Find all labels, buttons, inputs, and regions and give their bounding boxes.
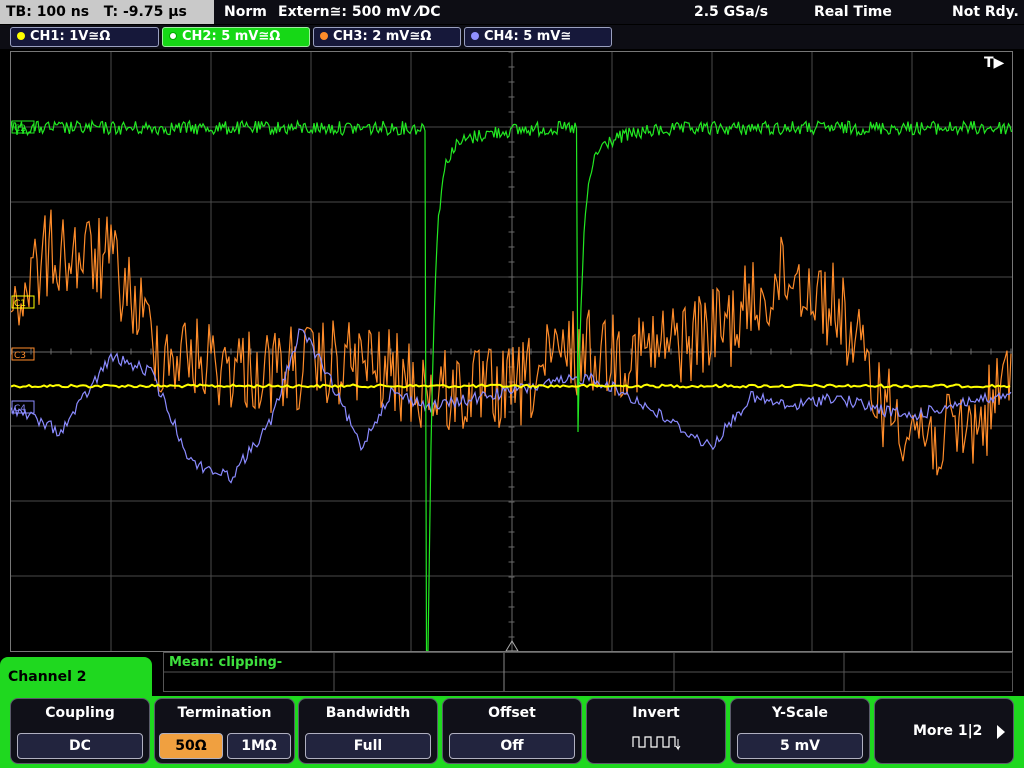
measurement-bar[interactable]: Mean: clipping- [163,652,1013,692]
ch4-color-icon [471,32,479,40]
center-ticks [11,52,1012,638]
c1-marker-label: C1 [14,299,26,309]
ch1-label: CH1: 1V≅Ω [30,29,111,44]
trigger-mode[interactable]: Norm [224,0,267,24]
yscale-title: Y-Scale [771,705,828,721]
channel-tabs: CH1: 1V≅Ω CH2: 5 mV≅Ω CH3: 2 mV≅Ω CH4: 5… [0,25,1024,49]
c2-marker-label: C2 [14,124,26,134]
ch2-color-icon [169,32,177,40]
invert-title: Invert [632,705,680,721]
c4-marker-label: C4 [14,404,26,414]
c3-marker-label: C3 [14,351,26,361]
acquisition-mode[interactable]: Real Time [814,0,892,24]
tab-ch1[interactable]: CH1: 1V≅Ω [10,27,159,47]
coupling-title: Coupling [45,705,115,721]
termination-title: Termination [177,705,272,721]
trigger-flag[interactable]: T▶ [984,55,1005,71]
yscale-value[interactable]: 5 mV [737,733,863,759]
trigger-source[interactable]: Extern≅: 500 mV ⁄DC [278,0,440,24]
status-bar: TB: 100 ns T: -9.75 µs Norm Extern≅: 500… [0,0,1024,24]
bandwidth-softkey[interactable]: Bandwidth Full [298,698,438,764]
bandwidth-value[interactable]: Full [305,733,431,759]
ch4-label: CH4: 5 mV≅ [484,29,572,44]
more-label: More 1|2 [913,723,983,739]
arrow-right-icon [997,725,1005,739]
measurement-grid [164,653,1012,691]
more-softkey[interactable]: More 1|2 [874,698,1014,764]
tab-ch4[interactable]: CH4: 5 mV≅ [464,27,612,47]
ch1-ref-marker[interactable]: C1 [11,295,35,309]
ch2-label: CH2: 5 mV≅Ω [182,29,281,44]
softkey-menu: Coupling DC Termination 50Ω 1MΩ Bandwidt… [0,696,1024,768]
termination-1mohm-option[interactable]: 1MΩ [227,733,291,759]
termination-softkey[interactable]: Termination 50Ω 1MΩ [154,698,295,764]
coupling-value[interactable]: DC [17,733,143,759]
offset-title: Offset [488,705,536,721]
timebase-box[interactable]: TB: 100 ns T: -9.75 µs [0,0,214,24]
tab-ch2[interactable]: CH2: 5 mV≅Ω [162,27,310,47]
waveform-display[interactable]: T▶ C2 C1 C3 C4 [10,51,1013,652]
offset-softkey[interactable]: Offset Off [442,698,582,764]
ch3-color-icon [320,32,328,40]
ch3-waveform [11,209,1012,476]
offset-value[interactable]: Off [449,733,575,759]
waveform-canvas: T▶ C2 C1 C3 C4 [11,52,1012,651]
tab-ch3[interactable]: CH3: 2 mV≅Ω [313,27,461,47]
termination-50ohm-option[interactable]: 50Ω [159,733,223,759]
invert-softkey[interactable]: Invert [586,698,726,764]
trigger-time-label: T: -9.75 µs [103,4,187,20]
menu-title-tab: Channel 2 [0,657,152,697]
square-wave-icon [632,736,681,751]
sample-rate: 2.5 GSa/s [694,4,769,20]
coupling-softkey[interactable]: Coupling DC [10,698,150,764]
yscale-softkey[interactable]: Y-Scale 5 mV [730,698,870,764]
ch1-color-icon [17,32,25,40]
acquisition-status: Not Rdy. [952,4,1019,20]
ch3-label: CH3: 2 mV≅Ω [333,29,432,44]
bandwidth-title: Bandwidth [325,705,411,721]
timebase-label: TB: 100 ns [6,4,90,20]
